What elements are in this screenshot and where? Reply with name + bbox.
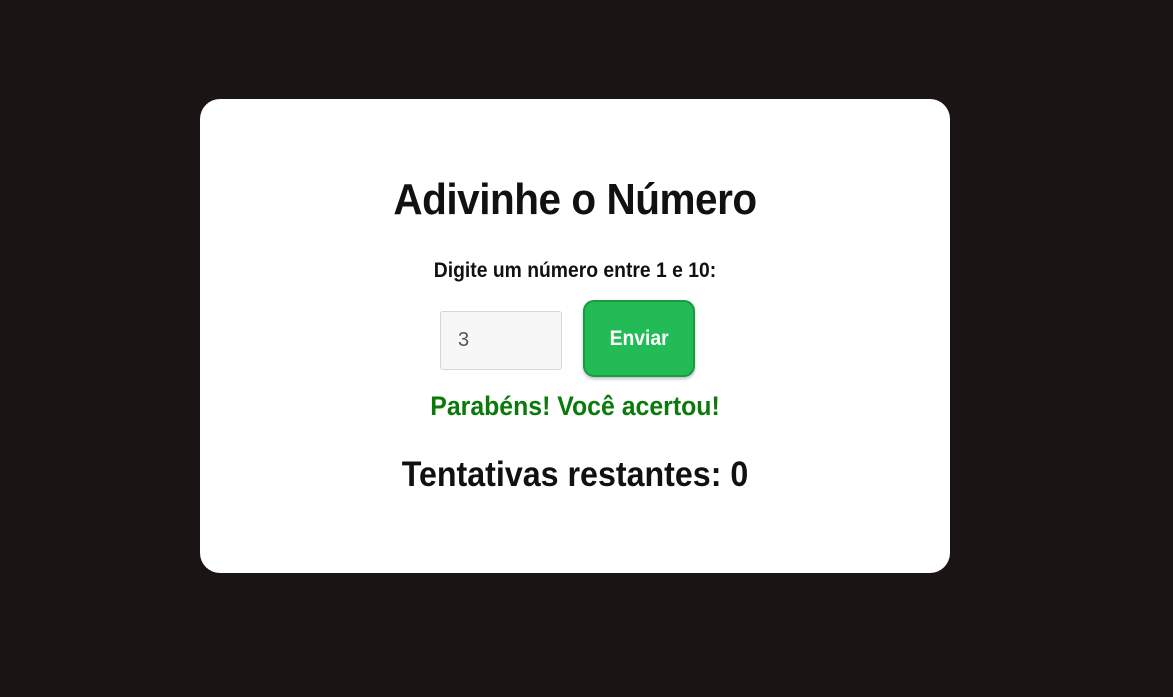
- guess-form: Enviar: [200, 300, 950, 377]
- page-title: Adivinhe o Número: [393, 175, 757, 224]
- guess-input[interactable]: [440, 311, 562, 370]
- submit-button[interactable]: Enviar: [583, 300, 695, 377]
- guess-prompt-label: Digite um número entre 1 e 10:: [433, 259, 717, 282]
- game-card: Adivinhe o Número Digite um número entre…: [200, 99, 950, 573]
- feedback-message: Parabéns! Você acertou!: [430, 391, 720, 421]
- submit-button-label: Enviar: [609, 326, 669, 350]
- page-background: Adivinhe o Número Digite um número entre…: [0, 0, 1173, 697]
- attempts-remaining: Tentativas restantes: 0: [401, 455, 749, 494]
